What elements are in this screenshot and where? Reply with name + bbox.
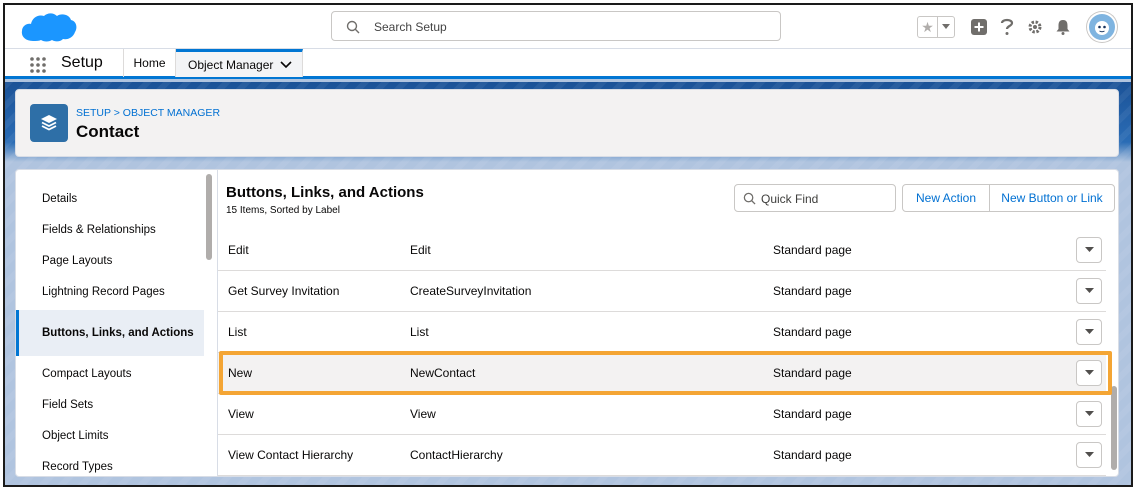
buttons-links-actions-panel: Buttons, Links, and Actions 15 Items, So… (217, 169, 1119, 477)
app-navigation-bar: Setup Home Object Manager (5, 49, 1131, 79)
quick-find-placeholder: Quick Find (761, 192, 819, 206)
sidebar-item-field-sets[interactable]: Field Sets (16, 390, 204, 420)
table-row-highlighted: New NewContact Standard page (218, 353, 1106, 394)
sidebar-item-object-limits[interactable]: Object Limits (16, 421, 204, 451)
favorites-button[interactable]: ★ (917, 16, 955, 38)
chevron-down-icon (1084, 329, 1094, 334)
global-actions-icon[interactable] (967, 15, 991, 39)
new-action-button[interactable]: New Action (902, 184, 990, 212)
row-actions-button[interactable] (1076, 319, 1102, 345)
tab-home[interactable]: Home (124, 49, 176, 77)
section-subtitle: 15 Items, Sorted by Label (226, 205, 340, 216)
table-row: Edit Edit Standard page (218, 230, 1106, 271)
table-row: View View Standard page (218, 394, 1106, 435)
row-name: View (410, 407, 436, 421)
section-title: Buttons, Links, and Actions (226, 184, 424, 201)
sidebar-item-compact-layouts[interactable]: Compact Layouts (16, 359, 204, 389)
table-row: View Contact Hierarchy ContactHierarchy … (218, 435, 1106, 476)
table-scrollbar[interactable] (1111, 386, 1117, 470)
layers-icon (30, 104, 68, 142)
row-type: Standard page (773, 284, 852, 298)
sidebar-scrollbar[interactable] (206, 174, 212, 260)
row-actions-button[interactable] (1076, 360, 1102, 386)
favorites-dropdown-icon[interactable] (938, 17, 954, 37)
sidebar-item-page-layouts[interactable]: Page Layouts (16, 246, 204, 276)
sidebar-item-details[interactable]: Details (16, 184, 204, 214)
salesforce-logo-icon[interactable] (19, 11, 77, 43)
sidebar-item-lightning-record-pages[interactable]: Lightning Record Pages (16, 277, 204, 307)
row-name: ContactHierarchy (410, 448, 503, 462)
sidebar-item-record-types[interactable]: Record Types (16, 452, 204, 476)
help-icon[interactable] (995, 15, 1019, 39)
row-label[interactable]: View (228, 407, 254, 421)
chevron-down-icon (1084, 247, 1094, 252)
row-actions-button[interactable] (1076, 278, 1102, 304)
sidebar-item-buttons-links-actions[interactable]: Buttons, Links, and Actions (16, 310, 204, 356)
astro-avatar-icon (1091, 16, 1113, 38)
row-name: CreateSurveyInvitation (410, 284, 532, 298)
app-launcher-icon[interactable] (29, 56, 47, 74)
table-row: Get Survey Invitation CreateSurveyInvita… (218, 271, 1106, 312)
chevron-down-icon (1084, 288, 1094, 293)
app-window: Search Setup ★ Setup Home Object Manager… (3, 3, 1133, 487)
row-type: Standard page (773, 448, 852, 462)
sidebar-item-fields-relationships[interactable]: Fields & Relationships (16, 215, 204, 245)
row-label[interactable]: List (228, 325, 247, 339)
row-type: Standard page (773, 407, 852, 421)
object-page-header: SETUP > OBJECT MANAGER Contact (15, 89, 1119, 157)
page-title: Contact (76, 122, 140, 141)
row-name: Edit (410, 243, 431, 257)
search-icon (346, 20, 360, 34)
row-label[interactable]: New (228, 366, 252, 380)
app-name: Setup (61, 54, 103, 71)
row-label[interactable]: View Contact Hierarchy (228, 448, 353, 462)
header-icons: ★ (917, 11, 1117, 43)
row-label[interactable]: Edit (228, 243, 249, 257)
row-name: NewContact (410, 366, 476, 380)
object-sidebar: Details Fields & Relationships Page Layo… (15, 169, 219, 477)
chevron-down-icon (1084, 452, 1094, 457)
user-avatar[interactable] (1087, 12, 1117, 42)
new-button-or-link-button[interactable]: New Button or Link (989, 184, 1115, 212)
row-actions-button[interactable] (1076, 401, 1102, 427)
search-placeholder: Search Setup (374, 20, 447, 34)
star-icon[interactable]: ★ (918, 17, 938, 37)
gear-icon[interactable] (1023, 15, 1047, 39)
row-type: Standard page (773, 325, 852, 339)
row-actions-button[interactable] (1076, 442, 1102, 468)
notifications-bell-icon[interactable] (1051, 15, 1075, 39)
row-type: Standard page (773, 366, 852, 380)
row-label[interactable]: Get Survey Invitation (228, 284, 339, 298)
setup-search-input[interactable]: Search Setup (331, 11, 781, 41)
chevron-down-icon (1084, 370, 1094, 375)
chevron-down-icon[interactable] (280, 60, 292, 70)
tab-object-manager-label: Object Manager (188, 57, 274, 72)
quick-find-input[interactable]: Quick Find (734, 184, 896, 212)
search-icon (743, 192, 756, 205)
row-name: List (410, 325, 429, 339)
chevron-down-icon (1084, 411, 1094, 416)
row-type: Standard page (773, 243, 852, 257)
tab-object-manager[interactable]: Object Manager (176, 49, 303, 77)
breadcrumb[interactable]: SETUP > OBJECT MANAGER (76, 107, 220, 119)
global-header: Search Setup ★ (5, 5, 1131, 49)
row-actions-button[interactable] (1076, 237, 1102, 263)
table-row: List List Standard page (218, 312, 1106, 353)
